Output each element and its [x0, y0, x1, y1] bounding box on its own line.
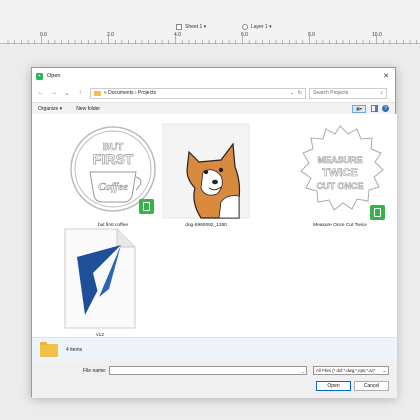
- address-dropdown-icon[interactable]: ⌄: [290, 90, 294, 96]
- sheet-selector-label: Sheet 1 ▾: [185, 24, 207, 30]
- file-list-pane[interactable]: BUT FIRST Coffee but first coffee dog-59…: [32, 114, 397, 338]
- up-arrow-icon[interactable]: ↑: [75, 88, 85, 98]
- cancel-button[interactable]: Cancel: [354, 381, 389, 391]
- forward-arrow-icon[interactable]: →: [49, 88, 59, 98]
- file-item[interactable]: v12: [45, 227, 155, 338]
- ruler-label: 0.0: [40, 32, 47, 38]
- file-thumbnail: [161, 122, 251, 220]
- ruler-label: 6.0: [241, 32, 248, 38]
- navigation-bar: ← → ⌄ ↑ « Documents › Projects ⌄ ↻ Searc…: [32, 84, 395, 102]
- sheet-icon: [176, 24, 182, 30]
- app-file-badge-icon: [370, 205, 385, 220]
- file-type-value: All Files (*.dxf;*.dwg;*.eps;*.ai;*: [316, 368, 376, 373]
- search-input[interactable]: Search Projects ⌕: [309, 87, 387, 99]
- open-dialog: ▪ Open ✕ ← → ⌄ ↑ « Documents › Projects …: [31, 67, 397, 398]
- item-count: 4 items: [66, 347, 83, 353]
- art-line: CUT ONCE: [317, 181, 364, 191]
- document-thumbnail: [64, 228, 136, 329]
- folder-icon: [40, 341, 58, 357]
- ruler-label: 2.0: [107, 32, 114, 38]
- ruler-label: 10.0: [372, 32, 382, 38]
- layer-selector[interactable]: Layer 1 ▾: [242, 24, 272, 30]
- preview-pane-icon[interactable]: [370, 105, 378, 113]
- chevron-down-icon: ⌄: [382, 367, 386, 373]
- chevron-down-icon[interactable]: ⌄: [300, 367, 306, 375]
- back-arrow-icon[interactable]: ←: [36, 88, 46, 98]
- dialog-titlebar: ▪ Open ✕: [32, 68, 395, 84]
- recent-locations-chevron-icon[interactable]: ⌄: [62, 88, 72, 98]
- art-line: TWICE: [322, 167, 357, 179]
- details-pane: 4 items: [32, 337, 397, 362]
- sheet-selector[interactable]: Sheet 1 ▾: [176, 24, 206, 30]
- close-button[interactable]: ✕: [377, 68, 395, 84]
- new-folder-button[interactable]: New folder: [76, 106, 100, 112]
- file-item[interactable]: MEASURE TWICE CUT ONCE Measure Once Cut …: [285, 122, 395, 228]
- file-name-input[interactable]: ⌄: [109, 366, 307, 375]
- file-name-label: Measure Once Cut Twice: [313, 223, 367, 228]
- ruler-label: 8.0: [308, 32, 315, 38]
- file-item[interactable]: dog-5960092_1280: [151, 122, 261, 228]
- file-name-label: dog-5960092_1280: [185, 223, 227, 228]
- ruler-label: 4.0: [174, 32, 181, 38]
- app-toolbar: Sheet 1 ▾ Layer 1 ▾: [0, 0, 420, 32]
- organize-button[interactable]: Organize ▾: [38, 106, 62, 112]
- app-logo-icon: ▪: [36, 72, 43, 80]
- art-line: MEASURE: [317, 155, 362, 165]
- search-icon: ⌕: [380, 90, 383, 96]
- dialog-title: Open: [47, 73, 61, 79]
- file-name-field-label: File name:: [83, 368, 107, 374]
- dog-photo-thumbnail: [162, 123, 250, 219]
- file-thumbnail: [55, 227, 145, 330]
- layer-selector-label: Layer 1 ▾: [251, 24, 272, 30]
- address-bar[interactable]: « Documents › Projects ⌄ ↻: [90, 87, 306, 99]
- breadcrumb[interactable]: « Documents › Projects: [104, 90, 156, 96]
- open-button[interactable]: Open: [316, 381, 351, 391]
- search-placeholder: Search Projects: [313, 90, 349, 96]
- ruler-ticks: [7, 36, 417, 44]
- file-name-bar: File name: ⌄ All Files (*.dxf;*.dwg;*.ep…: [32, 362, 397, 398]
- view-options-icon[interactable]: ▦▾: [352, 104, 366, 113]
- command-bar: Organize ▾ New folder ▦▾ ?: [32, 102, 395, 114]
- help-icon[interactable]: ?: [382, 105, 389, 112]
- file-type-select[interactable]: All Files (*.dxf;*.dwg;*.eps;*.ai;* ⌄: [313, 366, 389, 375]
- file-thumbnail: MEASURE TWICE CUT ONCE: [295, 122, 385, 220]
- layer-icon: [242, 24, 248, 30]
- refresh-icon[interactable]: ↻: [298, 90, 302, 96]
- horizontal-ruler: 0.0 2.0 4.0 6.0 8.0 10.0: [0, 32, 420, 44]
- folder-icon: [94, 90, 101, 96]
- art-line: FIRST: [93, 151, 134, 167]
- art-line: Coffee: [98, 181, 128, 193]
- file-thumbnail: BUT FIRST Coffee: [68, 122, 158, 220]
